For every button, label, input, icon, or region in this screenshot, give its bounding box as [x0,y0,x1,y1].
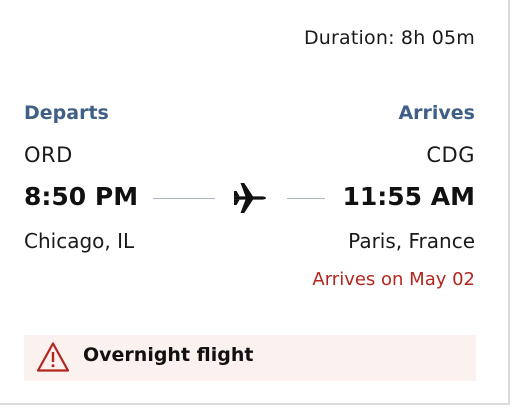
departure-time: 8:50 PM [24,182,139,211]
arrival-date-note: Arrives on May 02 [312,269,475,290]
flight-duration: Duration: 8h 05m [303,27,475,49]
alert-text: Overnight flight [83,344,254,366]
arrival-airport-code: CDG [426,143,475,167]
departure-airport-code: ORD [24,143,73,167]
overnight-flight-alert: Overnight flight [24,335,476,381]
airplane-icon [234,183,266,213]
arrives-label: Arrives [398,102,475,124]
route-line-left [153,198,215,199]
arrival-city: Paris, France [348,229,475,253]
route-line-right [287,198,325,199]
arrival-time: 11:55 AM [342,182,475,211]
departs-label: Departs [24,102,109,124]
departure-city: Chicago, IL [24,229,135,253]
warning-icon [36,342,70,372]
flight-details-card: Duration: 8h 05m Departs Arrives ORD CDG… [0,0,510,405]
